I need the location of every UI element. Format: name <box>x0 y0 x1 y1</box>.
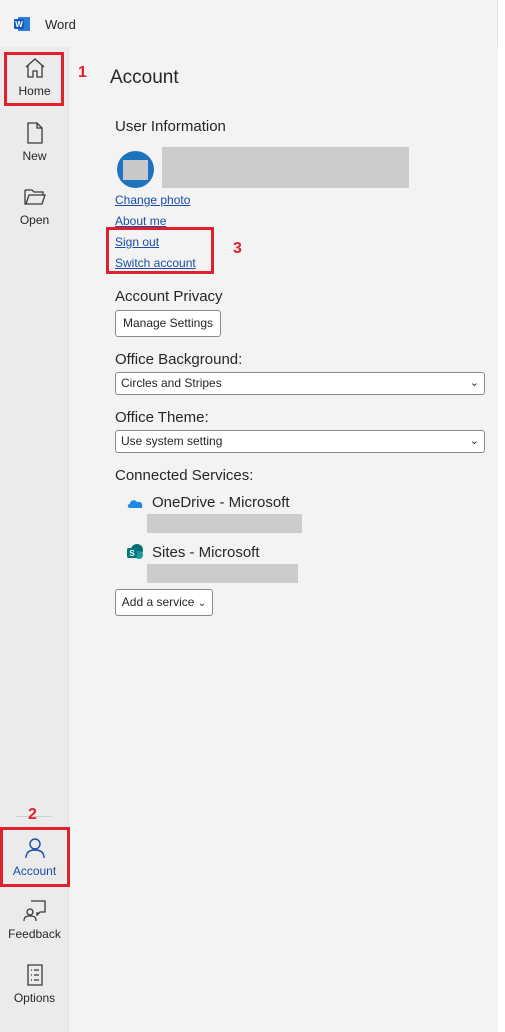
nav-open-label: Open <box>19 213 50 227</box>
service-sites-account-redacted <box>147 564 298 583</box>
nav-options[interactable]: Options <box>0 963 69 1021</box>
open-folder-icon <box>23 189 46 205</box>
annotation-number-3: 3 <box>233 240 242 257</box>
add-service-button[interactable]: Add a service ⌄ <box>115 589 213 616</box>
nav-feedback-label: Feedback <box>8 927 61 941</box>
annotation-box-account <box>0 827 70 887</box>
background-heading: Office Background: <box>115 351 243 368</box>
nav-new-label: New <box>22 149 47 163</box>
add-service-label: Add a service <box>121 595 195 609</box>
nav-new[interactable]: New <box>0 121 69 179</box>
background-select-value: Circles and Stripes <box>121 376 222 390</box>
page-title: Account <box>110 67 179 88</box>
background-select[interactable]: Circles and Stripes ⌄ <box>115 372 485 395</box>
chevron-down-icon: ⌄ <box>469 377 479 389</box>
annotation-box-home <box>4 52 64 106</box>
services-heading: Connected Services: <box>115 467 254 484</box>
app-title: Word <box>45 17 76 32</box>
nav-open[interactable]: Open <box>0 185 69 243</box>
annotation-number-2: 2 <box>28 806 37 823</box>
onedrive-cloud-icon <box>127 500 143 508</box>
nav-feedback[interactable]: Feedback <box>0 899 69 957</box>
theme-heading: Office Theme: <box>115 409 209 426</box>
avatar-redacted <box>123 160 148 180</box>
user-info-heading: User Information <box>115 118 226 135</box>
manage-settings-button[interactable]: Manage Settings <box>115 310 221 337</box>
service-sites-name: Sites - Microsoft <box>152 544 260 561</box>
avatar[interactable] <box>117 151 154 188</box>
title-bar: W Word <box>0 0 498 47</box>
nav-options-label: Options <box>13 991 56 1005</box>
change-photo-link[interactable]: Change photo <box>115 193 190 207</box>
chevron-down-icon: ⌄ <box>197 598 207 609</box>
new-document-icon <box>26 122 43 144</box>
feedback-icon <box>22 900 46 922</box>
sharepoint-icon: S <box>127 544 143 559</box>
about-me-link[interactable]: About me <box>115 214 166 228</box>
theme-select-value: Use system setting <box>121 434 223 448</box>
annotation-number-1: 1 <box>78 64 87 81</box>
window-edge <box>498 0 505 1032</box>
chevron-down-icon: ⌄ <box>469 435 479 447</box>
options-icon <box>26 964 43 986</box>
privacy-heading: Account Privacy <box>115 288 223 305</box>
theme-select[interactable]: Use system setting ⌄ <box>115 430 485 453</box>
svg-text:W: W <box>15 20 23 29</box>
user-name-redacted <box>162 147 409 188</box>
word-logo-icon: W <box>14 17 30 31</box>
service-onedrive-name: OneDrive - Microsoft <box>152 494 290 511</box>
service-onedrive-account-redacted <box>147 514 302 533</box>
annotation-box-signout <box>106 227 214 274</box>
svg-text:S: S <box>129 549 135 558</box>
